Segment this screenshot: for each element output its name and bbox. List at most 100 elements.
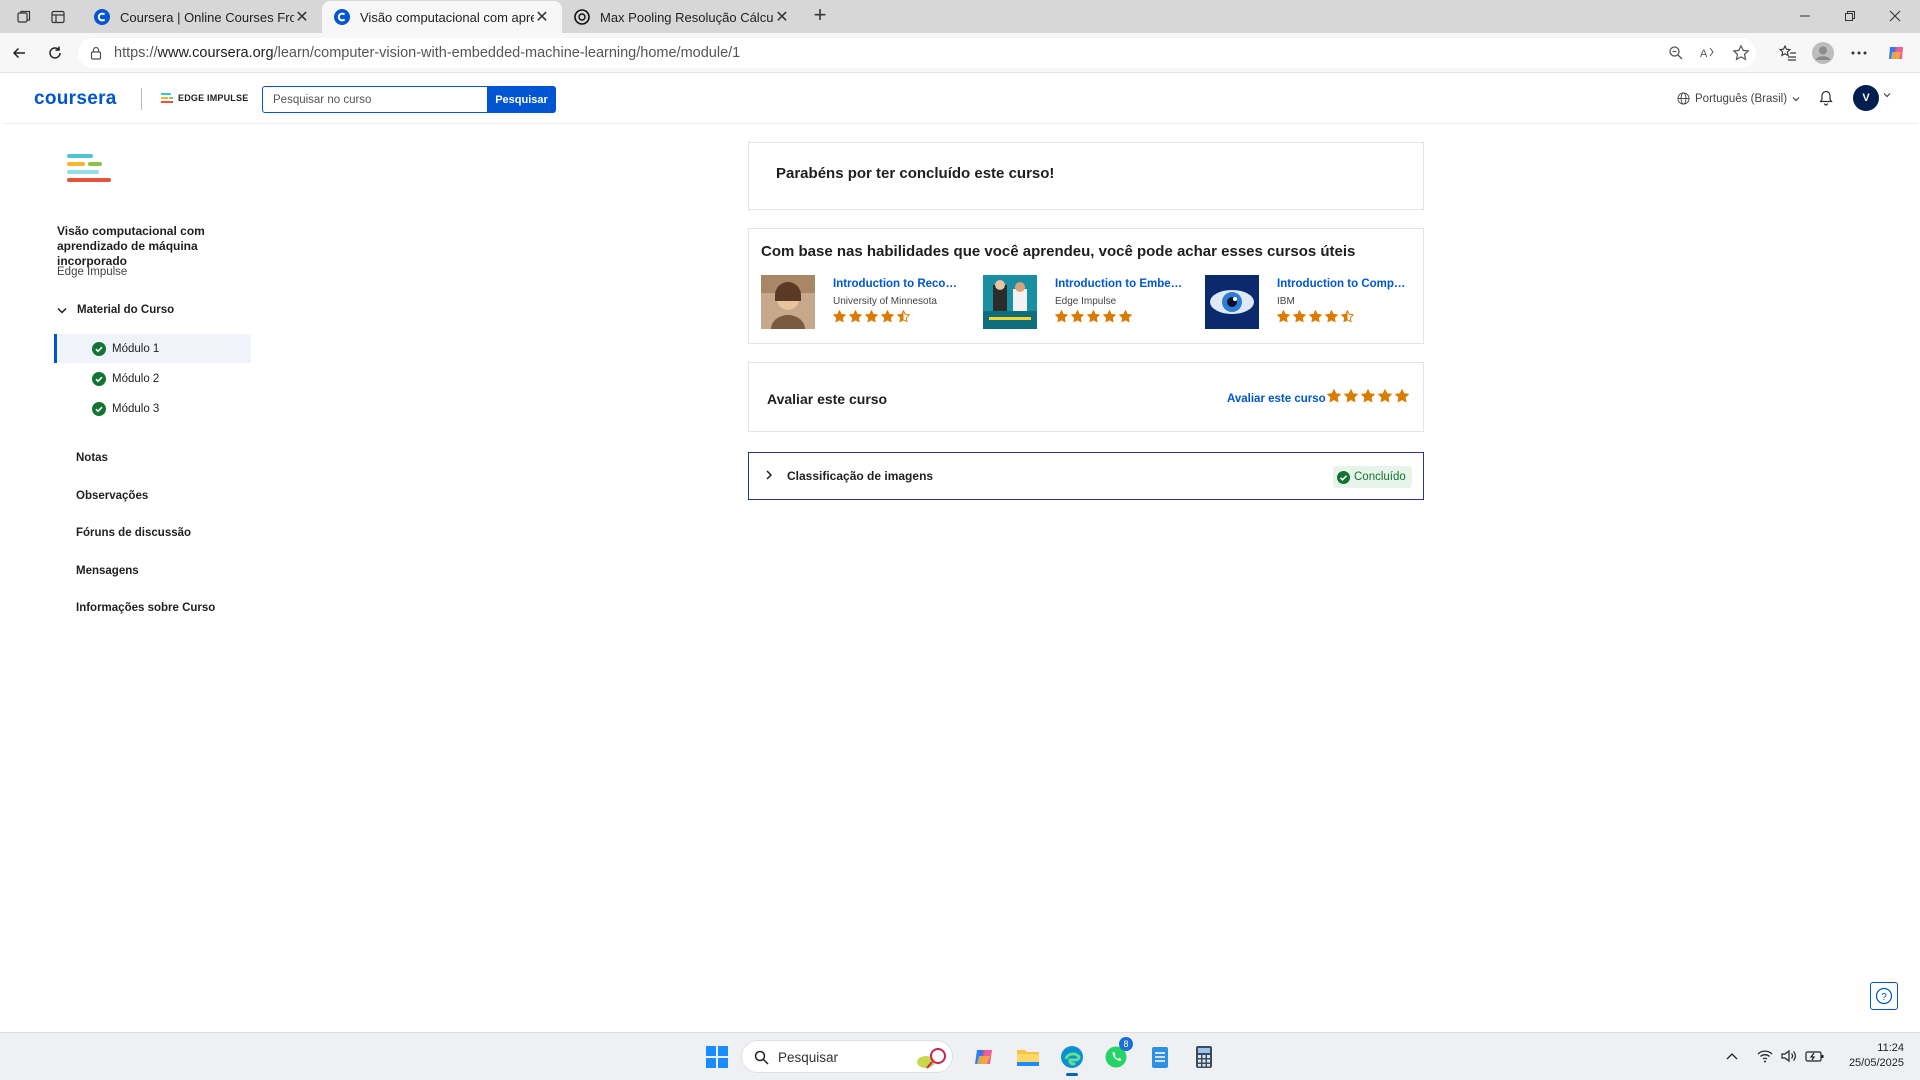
new-tab-button[interactable]: +	[808, 4, 832, 28]
coursera-logo[interactable]: coursera	[34, 88, 117, 110]
language-selector[interactable]: Português (Brasil)	[1677, 92, 1800, 105]
address-bar: https://www.coursera.org/learn/computer-…	[0, 33, 1920, 73]
recommendation-item[interactable]: Introduction to Compu... IBM	[1205, 275, 1421, 331]
course-title[interactable]: Visão computacional com aprendizado de m…	[57, 224, 217, 269]
tab-coursera-home[interactable]: Coursera | Online Courses From T ✕	[82, 1, 322, 33]
taskbar-search-field[interactable]: Pesquisar	[741, 1040, 953, 1073]
rating-stars	[1055, 310, 1132, 323]
clock[interactable]: 11:24 25/05/2025	[1838, 1041, 1904, 1071]
chevron-down-icon[interactable]	[1883, 92, 1891, 98]
star-icon[interactable]	[1361, 389, 1375, 403]
recommendation-title[interactable]: Introduction to Compu...	[1277, 278, 1407, 290]
star-icon[interactable]	[1378, 389, 1392, 403]
notifications-bell-icon[interactable]	[1819, 90, 1833, 111]
sidebar-item-module-2[interactable]: Módulo 2	[54, 364, 251, 393]
star-icon	[1309, 310, 1322, 323]
recommendation-title[interactable]: Introduction to Recom...	[833, 278, 963, 290]
tab-title: Visão computacional com aprend	[360, 9, 534, 25]
rating-stars	[1277, 310, 1354, 323]
module-label: Módulo 3	[112, 402, 160, 415]
close-tab-icon[interactable]: ✕	[294, 7, 310, 27]
search-highlight-icon	[917, 1048, 946, 1069]
recommendations-heading: Com base nas habilidades que você aprend…	[761, 243, 1356, 260]
lesson-accordion[interactable]: Classificação de imagens Concluído	[748, 452, 1424, 500]
restore-icon[interactable]	[1840, 6, 1860, 26]
check-circle-icon	[92, 372, 106, 386]
rate-course-link[interactable]: Avaliar este curso	[1227, 393, 1326, 405]
tab-max-pooling[interactable]: Max Pooling Resolução Cálculo ✕	[562, 1, 802, 33]
course-thumbnail[interactable]	[983, 275, 1037, 329]
tab-course-active[interactable]: Visão computacional com aprend ✕	[322, 1, 562, 33]
edge-browser-icon[interactable]	[1058, 1043, 1086, 1076]
help-button[interactable]: ?	[1870, 982, 1898, 1010]
copilot-app-icon[interactable]	[970, 1043, 998, 1071]
recommendation-title[interactable]: Introduction to Embed...	[1055, 278, 1185, 290]
refresh-icon[interactable]	[44, 42, 66, 64]
chevron-right-icon[interactable]	[765, 469, 773, 481]
copilot-icon[interactable]	[1885, 42, 1907, 64]
search-button[interactable]: Pesquisar	[487, 86, 556, 113]
sidebar-item-module-3[interactable]: Módulo 3	[54, 394, 251, 423]
recommendation-item[interactable]: Introduction to Recom... University of M…	[761, 275, 977, 331]
profile-icon[interactable]	[1812, 42, 1834, 64]
avatar[interactable]: V	[1853, 85, 1879, 111]
recommendation-item[interactable]: Introduction to Embed... Edge Impulse	[983, 275, 1199, 331]
minimize-icon[interactable]	[1795, 6, 1815, 26]
recommendation-org: IBM	[1277, 296, 1295, 307]
close-tab-icon[interactable]: ✕	[774, 7, 790, 27]
coursera-favicon-icon	[334, 9, 350, 25]
rate-course-stars[interactable]	[1327, 389, 1409, 403]
status-badge: Concluído	[1333, 466, 1412, 488]
battery-icon[interactable]	[1805, 1049, 1825, 1063]
star-icon	[1325, 310, 1338, 323]
sidebar-item-mensagens[interactable]: Mensagens	[76, 565, 139, 577]
module-label: Módulo 1	[112, 342, 160, 355]
wifi-icon[interactable]	[1757, 1049, 1773, 1063]
language-label: Português (Brasil)	[1695, 92, 1788, 105]
chevron-up-icon[interactable]	[1726, 1052, 1738, 1060]
back-icon[interactable]	[8, 42, 30, 64]
lesson-title[interactable]: Classificação de imagens	[787, 469, 933, 483]
star-icon	[1071, 310, 1084, 323]
calculator-icon[interactable]	[1190, 1043, 1218, 1071]
windows-start-icon[interactable]	[703, 1043, 731, 1071]
zoom-icon[interactable]	[1668, 45, 1684, 61]
sidebar-item-notas[interactable]: Notas	[76, 452, 108, 464]
course-search-input[interactable]	[262, 86, 488, 113]
course-material-toggle[interactable]: Material do Curso	[57, 304, 174, 316]
favorite-star-icon[interactable]	[1732, 44, 1750, 62]
module-label: Módulo 2	[112, 372, 160, 385]
sidebar-item-foruns[interactable]: Fóruns de discussão	[76, 527, 191, 539]
site-header: coursera EDGE IMPULSE Pesquisar Portuguê…	[4, 74, 1918, 124]
coursera-page: coursera EDGE IMPULSE Pesquisar Portuguê…	[4, 74, 1918, 1027]
partner-logo[interactable]: EDGE IMPULSE	[161, 93, 248, 103]
chevron-down-icon	[57, 307, 67, 314]
sidebar-item-observacoes[interactable]: Observações	[76, 490, 148, 502]
coursera-favicon-icon	[94, 9, 110, 25]
course-thumbnail[interactable]	[761, 275, 815, 329]
course-logo-icon[interactable]	[67, 154, 111, 186]
course-thumbnail[interactable]	[1205, 275, 1259, 329]
close-window-icon[interactable]	[1885, 6, 1905, 26]
workspaces-icon[interactable]	[14, 7, 34, 27]
star-icon	[865, 310, 878, 323]
notepad-icon[interactable]	[1146, 1043, 1174, 1071]
favorites-icon[interactable]	[1777, 42, 1799, 64]
tab-title: Max Pooling Resolução Cálculo	[600, 9, 774, 25]
recommendation-org: University of Minnesota	[833, 296, 937, 307]
whatsapp-icon[interactable]: 8	[1102, 1037, 1133, 1071]
sidebar-item-informacoes[interactable]: Informações sobre Curso	[76, 602, 215, 614]
tab-actions-icon[interactable]	[48, 7, 68, 27]
lock-icon[interactable]	[90, 46, 102, 60]
star-icon[interactable]	[1327, 389, 1341, 403]
file-explorer-icon[interactable]	[1014, 1043, 1042, 1071]
star-icon[interactable]	[1344, 389, 1358, 403]
chatgpt-favicon-icon	[574, 9, 590, 25]
volume-icon[interactable]	[1780, 1049, 1798, 1063]
read-aloud-icon[interactable]: A	[1700, 45, 1716, 61]
close-tab-icon[interactable]: ✕	[534, 7, 550, 27]
star-icon[interactable]	[1395, 389, 1409, 403]
more-options-icon[interactable]	[1848, 42, 1870, 64]
url-field[interactable]: https://www.coursera.org/learn/computer-…	[78, 38, 1756, 68]
sidebar-item-module-1[interactable]: Módulo 1	[54, 334, 251, 363]
